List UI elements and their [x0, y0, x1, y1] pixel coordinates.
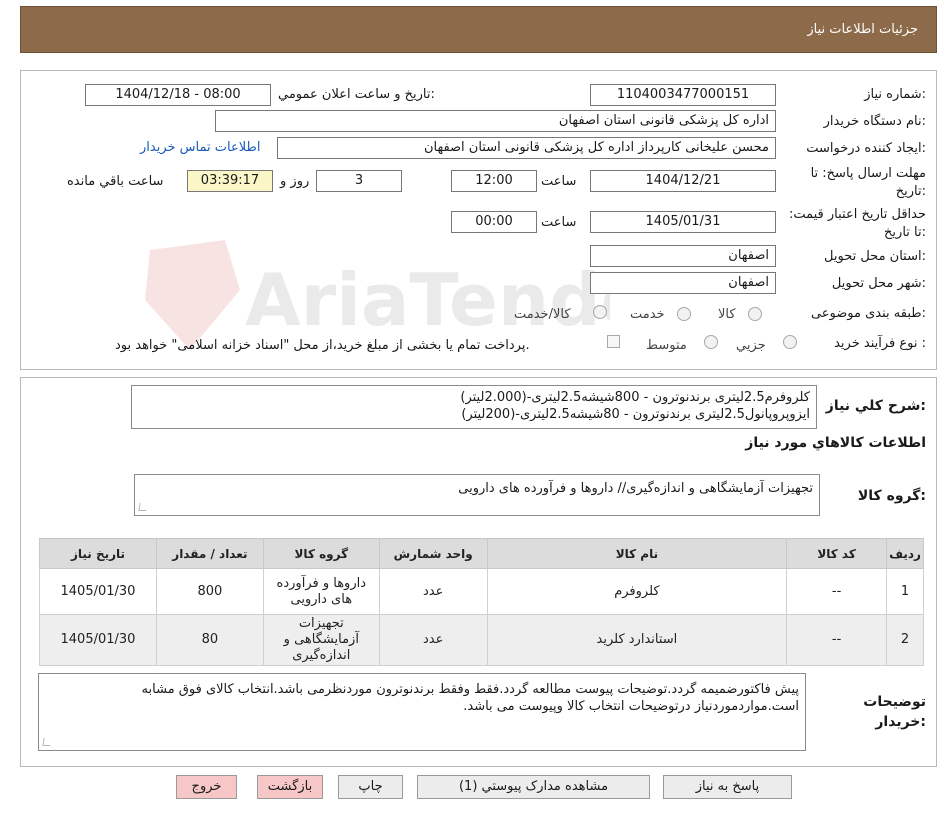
process-medium-label: متوسط — [646, 338, 687, 353]
col-code: کد کالا — [786, 538, 888, 569]
buyer-notes-text: پیش فاکتورضمیمه گردد.توضیحات پیوست مطالع… — [141, 682, 799, 714]
announce-label: تاریخ و ساعت اعلان عمومي: — [278, 87, 435, 102]
row-group-line: داروها و فرآورده — [276, 575, 367, 591]
process-label: نوع فرآیند خرید : — [834, 336, 926, 351]
buyer-org-label: نام دستگاه خریدار: — [823, 114, 926, 129]
page-header: جزئیات اطلاعات نیاز — [20, 6, 937, 53]
items-section-title: اطلاعات کالاهاي مورد نیاز — [745, 435, 926, 451]
treasury-payment-checkbox[interactable] — [607, 335, 620, 348]
category-goods-label: کالا — [718, 307, 736, 322]
deadline-days-field: 3 — [316, 170, 402, 192]
validity-date-field: 1405/01/31 — [590, 211, 776, 233]
row-qty: 80 — [155, 614, 264, 666]
delivery-city-field: اصفهان — [590, 272, 776, 294]
resize-handle-icon[interactable] — [138, 503, 148, 511]
description-line-1: کلروفرم2.5لیتری برندنوترون - 800شیشه2.5ل… — [460, 390, 810, 405]
watermark-text: AriaTender.neT — [245, 258, 610, 342]
table-row: 2 -- استاندارد کلرید عدد تجهیزات آزمایشگ… — [39, 614, 924, 666]
goods-group-label: گروه کالا: — [857, 488, 926, 504]
description-label: شرح کلي نیاز: — [825, 398, 926, 414]
row-group: داروها و فرآورده های دارویی — [262, 568, 380, 615]
buyer-org-field: اداره کل پزشکی قانونی استان اصفهان — [215, 110, 776, 132]
row-date: 1405/01/30 — [39, 568, 157, 615]
reply-button[interactable]: پاسخ به نیاز — [663, 775, 792, 799]
validity-time-label: ساعت — [541, 215, 577, 230]
back-button[interactable]: بازگشت — [257, 775, 323, 799]
attachments-button[interactable]: مشاهده مدارک پیوستي (1) — [417, 775, 650, 799]
exit-button[interactable]: خروج — [176, 775, 237, 799]
requester-field: محسن علیخانی کارپرداز اداره کل پزشکی قان… — [277, 137, 776, 159]
category-service-label: خدمت — [630, 307, 665, 322]
goods-group-textarea[interactable]: تجهیزات آزمایشگاهی و اندازه‌گیری// داروه… — [134, 474, 820, 516]
validity-label: حداقل تاریخ اعتبار قیمت: تا تاریخ: — [788, 207, 926, 240]
col-name: نام کالا — [486, 538, 788, 569]
need-number-label: شماره نیاز: — [864, 87, 926, 102]
deadline-time-label: ساعت — [541, 174, 577, 189]
validity-time-field: 00:00 — [451, 211, 537, 233]
category-goods-service-radio[interactable] — [593, 305, 607, 319]
need-number-field: 1104003477000151 — [590, 84, 776, 106]
row-name: کلروفرم — [486, 568, 788, 615]
col-unit: واحد شمارش — [378, 538, 488, 569]
row-index: 2 — [886, 614, 924, 666]
page-title: جزئیات اطلاعات نیاز — [807, 22, 918, 37]
row-unit: عدد — [378, 568, 488, 615]
row-group-line: اندازه‌گیری — [292, 648, 351, 663]
col-qty: تعداد / مقدار — [155, 538, 264, 569]
resize-handle-icon[interactable] — [42, 738, 52, 746]
row-group-line: های دارویی — [290, 591, 353, 607]
category-service-radio[interactable] — [677, 307, 691, 321]
row-unit: عدد — [378, 614, 488, 666]
row-date: 1405/01/30 — [39, 614, 157, 666]
deadline-date-field: 1404/12/21 — [590, 170, 776, 192]
items-table: ردیف کد کالا نام کالا واحد شمارش گروه کا… — [39, 538, 924, 666]
deadline-days-label: روز و — [280, 174, 310, 189]
row-group: تجهیزات آزمایشگاهی و اندازه‌گیری — [262, 614, 380, 666]
description-line-2: ایزوپروپانول2.5لیتری برندنوترون - 80شیشه… — [461, 407, 810, 422]
delivery-province-field: اصفهان — [590, 245, 776, 267]
row-name: استاندارد کلرید — [486, 614, 788, 666]
row-group-line: آزمایشگاهی و — [283, 632, 359, 647]
category-goods-service-label: کالا/خدمت — [514, 307, 571, 322]
col-date: تاریخ نیاز — [39, 538, 157, 569]
col-group: گروه کالا — [262, 538, 380, 569]
process-minor-radio[interactable] — [783, 335, 797, 349]
print-button[interactable]: چاپ — [338, 775, 403, 799]
row-code: -- — [786, 568, 888, 615]
remaining-time-field: 03:39:17 — [187, 170, 273, 192]
category-goods-radio[interactable] — [748, 307, 762, 321]
process-minor-label: جزیي — [736, 338, 766, 353]
buyer-notes-textarea[interactable]: پیش فاکتورضمیمه گردد.توضیحات پیوست مطالع… — [38, 673, 806, 751]
deadline-time-field: 12:00 — [451, 170, 537, 192]
announce-field: 1404/12/18 - 08:00 — [85, 84, 271, 106]
category-label: طبقه بندی موضوعی: — [810, 306, 926, 321]
delivery-province-label: استان محل تحویل: — [824, 249, 926, 264]
row-index: 1 — [886, 568, 924, 615]
row-qty: 800 — [155, 568, 264, 615]
items-table-header: ردیف کد کالا نام کالا واحد شمارش گروه کا… — [39, 538, 924, 569]
treasury-payment-note: پرداخت تمام یا بخشی از مبلغ خرید،از محل … — [115, 338, 530, 353]
col-index: ردیف — [886, 538, 924, 569]
remaining-time-label: ساعت باقي مانده — [67, 174, 164, 189]
buyer-contact-link[interactable]: اطلاعات تماس خریدار — [140, 140, 260, 155]
deadline-label: مهلت ارسال پاسخ: تا تاریخ: — [810, 166, 926, 199]
description-textarea[interactable]: کلروفرم2.5لیتری برندنوترون - 800شیشه2.5ل… — [131, 385, 817, 429]
delivery-city-label: شهر محل تحویل: — [831, 276, 926, 291]
requester-label: ایجاد کننده درخواست: — [806, 141, 926, 156]
row-group-line: تجهیزات — [298, 616, 344, 631]
row-code: -- — [786, 614, 888, 666]
buyer-notes-label: توضیحات خریدار: — [863, 694, 926, 730]
process-medium-radio[interactable] — [704, 335, 718, 349]
table-row: 1 -- کلروفرم عدد داروها و فرآورده های دا… — [39, 568, 924, 615]
goods-group-value: تجهیزات آزمایشگاهی و اندازه‌گیری// داروه… — [458, 481, 813, 496]
